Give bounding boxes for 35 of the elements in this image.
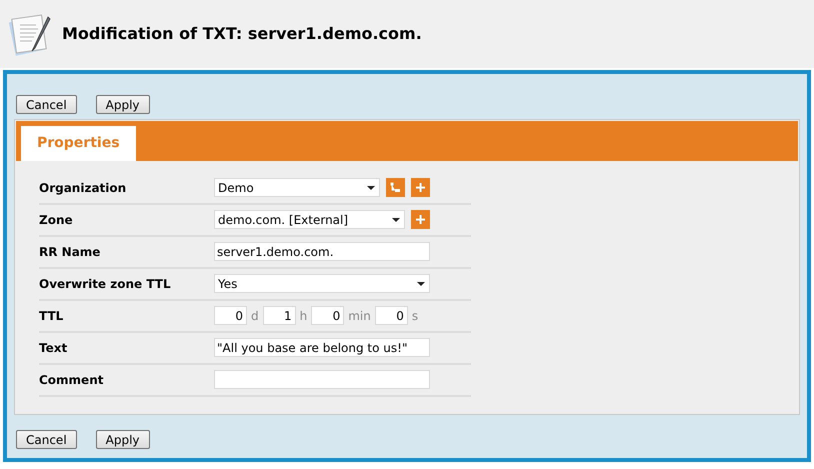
unit-label: s [412, 308, 418, 324]
dropdown-arrow-icon [392, 218, 400, 222]
dropdown-arrow-icon [417, 282, 425, 286]
field-label: Overwrite zone TTL [39, 276, 172, 293]
form-button[interactable]: Apply [96, 430, 150, 449]
duration-field[interactable]: 0 [374, 306, 408, 325]
unit-label: h [300, 308, 308, 324]
field-label: RR Name [39, 244, 102, 261]
unit-label: d [251, 308, 259, 324]
tree-button[interactable] [386, 178, 405, 197]
text-field[interactable]: "All you base are belong to us!" [214, 338, 430, 357]
duration-field[interactable]: 0 [311, 306, 344, 325]
field-label: Text [39, 340, 68, 357]
text-field[interactable]: server1.demo.com. [214, 242, 430, 261]
page-title: Modification of TXT: server1.demo.com. [62, 23, 422, 45]
plus-icon [416, 183, 425, 192]
duration-field[interactable]: 0 [214, 306, 247, 325]
select-field[interactable]: Yes [214, 274, 430, 293]
hierarchy-icon [390, 182, 401, 193]
field-label: Organization [39, 180, 128, 197]
plus-icon [416, 215, 425, 224]
duration-field[interactable]: 1 [262, 306, 296, 325]
field-label: Comment [39, 372, 104, 389]
text-field[interactable] [214, 370, 430, 389]
select-field[interactable]: demo.com. [External] [214, 210, 405, 229]
unit-label: min [348, 308, 371, 324]
field-label: Zone [39, 212, 74, 229]
add-button[interactable] [411, 210, 430, 229]
form-button[interactable]: Apply [96, 95, 150, 114]
select-field[interactable]: Demo [214, 178, 380, 197]
add-button[interactable] [411, 178, 430, 197]
form-button[interactable]: Cancel [16, 430, 77, 449]
field-label: TTL [39, 308, 64, 325]
dropdown-arrow-icon [367, 186, 375, 190]
form-button[interactable]: Cancel [16, 95, 77, 114]
